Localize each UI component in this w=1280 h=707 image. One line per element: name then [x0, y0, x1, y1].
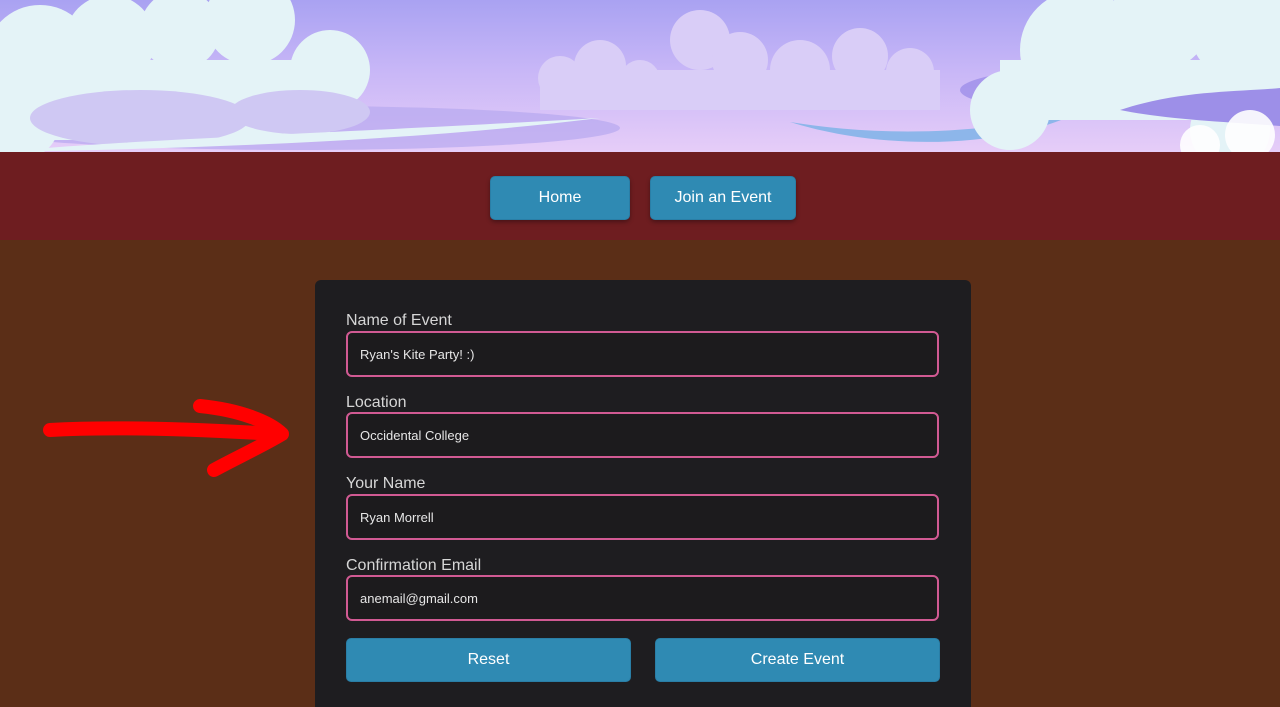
create-event-button[interactable]: Create Event — [655, 638, 940, 682]
red-arrow-icon — [40, 390, 300, 495]
sky-clouds-illustration — [0, 0, 1280, 152]
home-button[interactable]: Home — [490, 176, 630, 220]
event-name-label: Name of Event — [346, 312, 452, 329]
sky-banner — [0, 0, 1280, 152]
confirmation-email-label: Confirmation Email — [346, 557, 482, 574]
event-name-input[interactable] — [346, 331, 939, 377]
create-event-form: Name of Event Location Your Name Confirm… — [315, 280, 971, 707]
location-input[interactable] — [346, 412, 939, 458]
your-name-input[interactable] — [346, 494, 939, 540]
join-event-button[interactable]: Join an Event — [650, 176, 796, 220]
top-nav-bar: Home Join an Event — [0, 152, 1280, 240]
confirmation-email-input[interactable] — [346, 575, 939, 621]
location-label: Location — [346, 394, 407, 411]
reset-button[interactable]: Reset — [346, 638, 631, 682]
your-name-label: Your Name — [346, 475, 426, 492]
